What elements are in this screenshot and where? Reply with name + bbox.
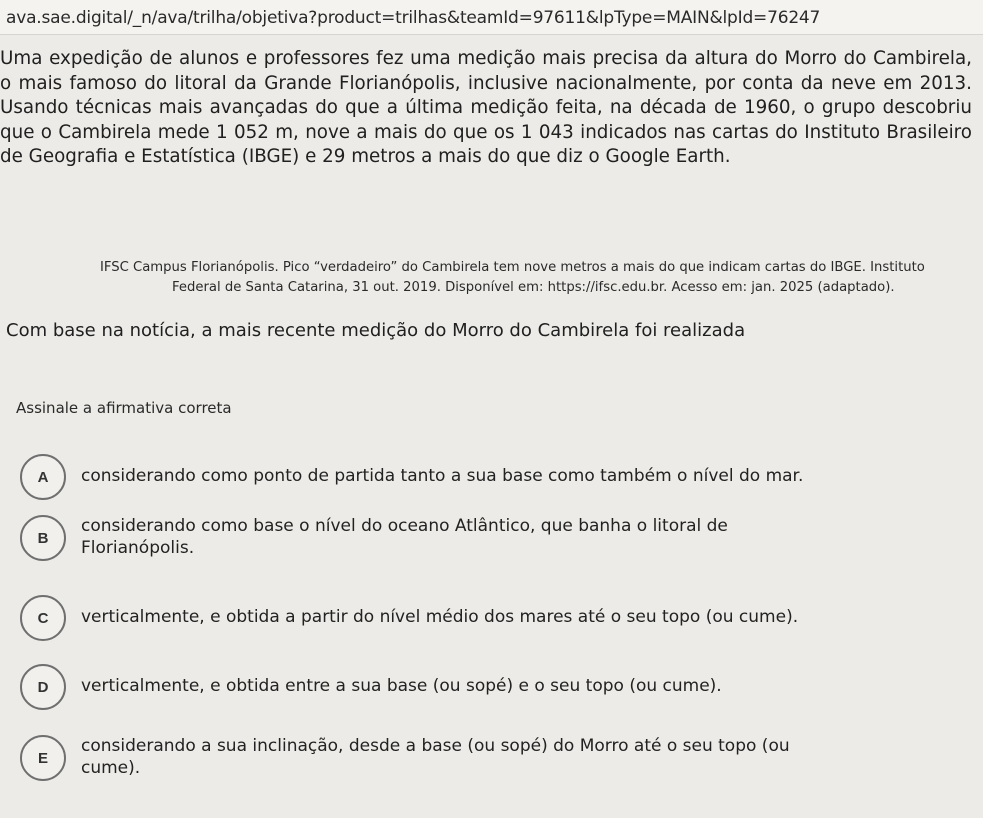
option-c-bubble[interactable]: C [20,595,66,641]
option-b-text[interactable]: considerando como base o nível do oceano… [81,515,801,559]
option-a[interactable]: A considerando como ponto de partida tan… [20,454,931,500]
option-c-text[interactable]: verticalmente, e obtida a partir do níve… [81,595,931,628]
option-a-text[interactable]: considerando como ponto de partida tanto… [81,454,931,487]
option-d[interactable]: D verticalmente, e obtida entre a sua ba… [20,664,931,710]
option-e-text[interactable]: considerando a sua inclinação, desde a b… [81,735,851,779]
option-b[interactable]: B considerando como base o nível do ocea… [20,515,801,561]
option-c[interactable]: C verticalmente, e obtida a partir do ní… [20,595,931,641]
option-a-bubble[interactable]: A [20,454,66,500]
option-d-bubble[interactable]: D [20,664,66,710]
question-passage: Uma expedição de alunos e professores fe… [0,48,972,167]
option-b-bubble[interactable]: B [20,515,66,561]
source-citation: IFSC Campus Florianópolis. Pico “verdade… [100,258,960,298]
option-e-bubble[interactable]: E [20,735,66,781]
option-e[interactable]: E considerando a sua inclinação, desde a… [20,735,851,781]
instruction-text: Assinale a afirmativa correta [16,399,232,417]
address-bar[interactable]: ava.sae.digital/_n/ava/trilha/objetiva?p… [0,0,983,35]
source-citation-line-2: Federal de Santa Catarina, 31 out. 2019.… [172,280,895,295]
url-text[interactable]: ava.sae.digital/_n/ava/trilha/objetiva?p… [6,8,820,28]
option-d-text[interactable]: verticalmente, e obtida entre a sua base… [81,664,931,697]
question-prompt: Com base na notícia, a mais recente medi… [6,320,746,341]
source-citation-line-1: IFSC Campus Florianópolis. Pico “verdade… [100,260,925,275]
